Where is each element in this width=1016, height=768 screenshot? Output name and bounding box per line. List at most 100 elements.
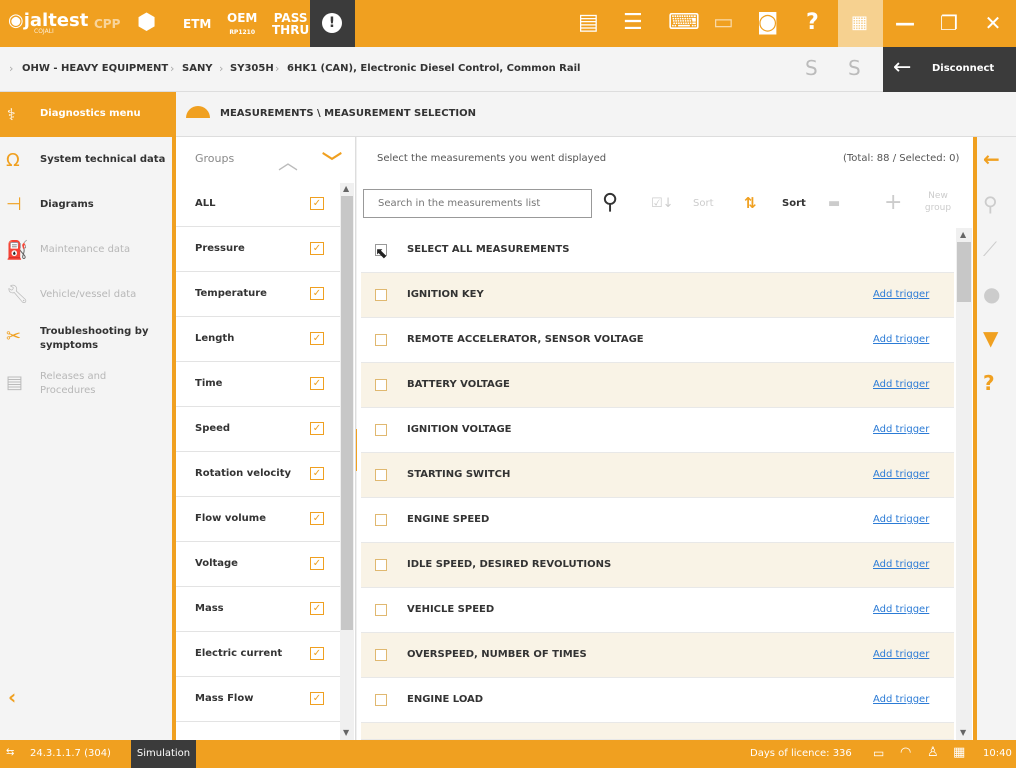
filter-icon[interactable]: ▼ [983,326,998,350]
measurement-checkbox[interactable] [375,694,387,706]
scroll-up-icon[interactable]: ▲ [960,230,966,239]
add-trigger-link[interactable]: Add trigger [873,379,929,390]
group-item[interactable]: Speed ✓ [176,407,340,452]
group-item[interactable]: Electric current ✓ [176,632,340,677]
measurement-row[interactable]: OVERSPEED, NUMBER OF TIMES Add trigger [361,633,954,678]
etm-button[interactable]: ETM [183,18,211,30]
sidebar-item-system-technical-data[interactable]: System technical data [40,153,165,167]
add-trigger-link[interactable]: Add trigger [873,649,929,660]
scroll-down-icon[interactable]: ▼ [343,728,349,737]
measurement-row[interactable]: INJECTOR TIMING RAIL PRESSURE [361,723,954,740]
group-checkbox[interactable]: ✓ [310,197,324,210]
scroll-up-icon[interactable]: ▲ [343,184,349,193]
group-item[interactable]: Mass ✓ [176,587,340,632]
keyboard-icon[interactable]: ⌨ [668,10,700,36]
sort-az-icon[interactable]: ⇅ [744,194,757,212]
group-item[interactable]: Temperature ✓ [176,272,340,317]
group-checkbox[interactable]: ✓ [310,602,324,615]
breadcrumb-item[interactable]: OHW - HEAVY EQUIPMENT [22,63,168,74]
measurement-row[interactable]: REMOTE ACCELERATOR, SENSOR VOLTAGE Add tr… [361,318,954,363]
group-item[interactable]: Voltage ✓ [176,542,340,587]
group-checkbox[interactable]: ✓ [310,467,324,480]
sidebar-item-troubleshooting[interactable]: Troubleshooting by symptoms [40,325,165,353]
group-checkbox[interactable]: ✓ [310,557,324,570]
group-checkbox[interactable]: ✓ [310,287,324,300]
group-label: Voltage [195,558,238,569]
measurement-row[interactable]: IGNITION VOLTAGE Add trigger [361,408,954,453]
breadcrumb-item[interactable]: SANY [182,63,213,74]
sort-button[interactable]: Sort [782,198,806,209]
stest-icon[interactable]: S [805,56,818,80]
measurements-scrollbar[interactable] [956,228,972,740]
measurement-checkbox[interactable] [375,334,387,346]
measurement-checkbox[interactable] [375,604,387,616]
measurement-row[interactable]: IDLE SPEED, DESIRED REVOLUTIONS Add trigg… [361,543,954,588]
sidebar-item-diagrams[interactable]: Diagrams [40,198,94,212]
camera-icon[interactable]: ◙ [757,10,778,36]
oem-button[interactable]: OEM RP1210 [227,12,257,39]
sidebar-item-diagnostics-menu[interactable]: ⚕ Diagnostics menu [0,92,172,137]
help-icon[interactable]: ? [806,10,819,36]
measurement-checkbox[interactable] [375,514,387,526]
scroll-down-icon[interactable]: ▼ [960,728,966,737]
group-checkbox[interactable]: ✓ [310,647,324,660]
group-item[interactable]: Length ✓ [176,317,340,362]
restore-button[interactable]: ❐ [927,0,971,47]
measurements-scrollbar-thumb[interactable] [957,242,971,302]
measurement-row[interactable]: BATTERY VOLTAGE Add trigger [361,363,954,408]
breadcrumb-item[interactable]: 6HK1 (CAN), Electronic Diesel Control, C… [287,63,581,74]
group-checkbox[interactable]: ✓ [310,692,324,705]
add-trigger-link[interactable]: Add trigger [873,424,929,435]
measurement-checkbox[interactable] [375,559,387,571]
collapse-sidebar-icon[interactable]: ‹ [8,685,16,709]
measurement-row[interactable]: VEHICLE SPEED Add trigger [361,588,954,633]
measurement-checkbox[interactable] [375,379,387,391]
chevron-up-icon[interactable]: ︿ [278,146,298,175]
alert-icon[interactable]: ! [322,13,342,33]
group-item[interactable]: Mass Flow ✓ [176,677,340,722]
groups-scrollbar-thumb[interactable] [341,196,353,630]
measurement-row[interactable]: STARTING SWITCH Add trigger [361,453,954,498]
report-icon[interactable]: ▤ [578,10,599,36]
chevron-down-icon[interactable]: ﹀ [322,146,342,175]
measurement-row[interactable]: ENGINE LOAD Add trigger [361,678,954,723]
measurement-row[interactable]: IGNITION KEY Add trigger [361,273,954,318]
group-checkbox[interactable]: ✓ [310,512,324,525]
search-input[interactable] [363,189,592,218]
list-icon[interactable]: ☰ [623,10,643,36]
add-trigger-link[interactable]: Add trigger [873,694,929,705]
add-trigger-link[interactable]: Add trigger [873,334,929,345]
group-checkbox[interactable]: ✓ [310,422,324,435]
help-settings-icon[interactable]: ? [983,371,995,395]
measurement-row[interactable]: ENGINE SPEED Add trigger [361,498,954,543]
pass-thru-button[interactable]: PASS THRU [272,12,309,36]
group-checkbox[interactable]: ✓ [310,242,324,255]
add-trigger-link[interactable]: Add trigger [873,469,929,480]
measurement-checkbox[interactable] [375,289,387,301]
add-trigger-link[interactable]: Add trigger [873,559,929,570]
group-checkbox[interactable]: ✓ [310,332,324,345]
cpp-button[interactable]: CPP [94,18,120,30]
group-item[interactable]: ALL ✓ [176,182,340,227]
close-button[interactable]: ✕ [971,0,1015,47]
group-item[interactable]: Rotation velocity ✓ [176,452,340,497]
minimize-button[interactable]: — [883,0,927,47]
printer-icon[interactable]: ▭ [713,10,734,36]
add-trigger-link[interactable]: Add trigger [873,604,929,615]
breadcrumb-item[interactable]: SY305H [230,63,274,74]
add-trigger-link[interactable]: Add trigger [873,514,929,525]
measurement-checkbox[interactable] [375,424,387,436]
group-item[interactable]: Pressure ✓ [176,227,340,272]
search-icon[interactable]: ⚲ [602,190,618,215]
disconnect-button[interactable]: ← Disconnect [883,47,1016,92]
cubes-icon[interactable]: ⬢ [137,10,156,35]
back-arrow-icon[interactable]: ← [983,147,1000,171]
group-item[interactable]: Time ✓ [176,362,340,407]
measurement-checkbox[interactable] [375,469,387,481]
measurement-checkbox[interactable] [375,649,387,661]
group-item[interactable]: Flow volume ✓ [176,497,340,542]
select-all-row[interactable]: SELECT ALL MEASUREMENTS [361,228,954,273]
group-checkbox[interactable]: ✓ [310,377,324,390]
s-function-icon[interactable]: S [848,56,861,80]
add-trigger-link[interactable]: Add trigger [873,289,929,300]
